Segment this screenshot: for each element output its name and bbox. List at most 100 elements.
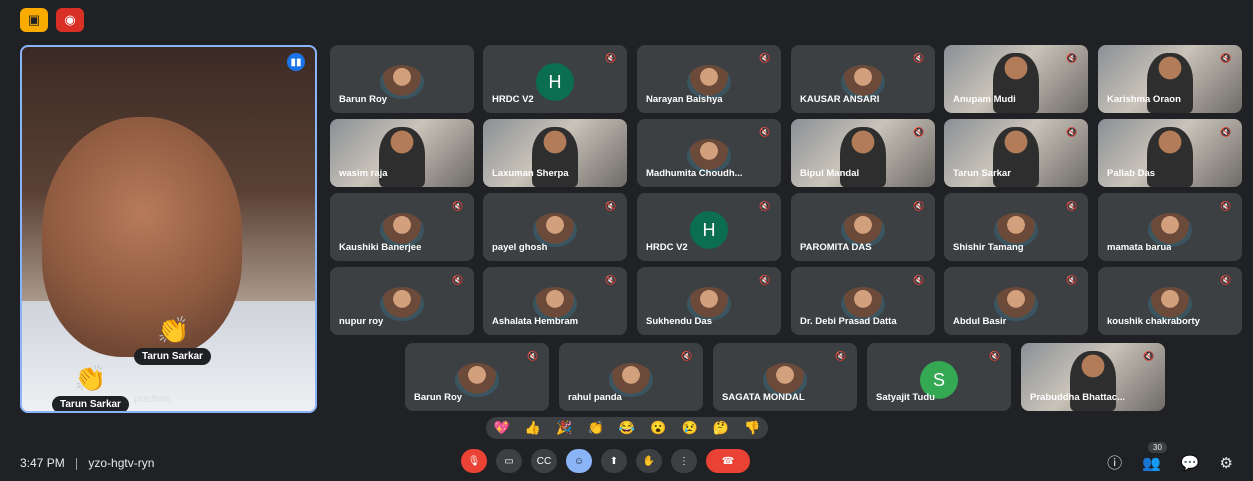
participant-tile[interactable]: 🔇 Bipul Mandal [791,119,935,187]
participant-name: wasim raja [339,168,388,179]
camera-button[interactable]: ▭ [496,449,522,473]
participant-tile[interactable]: 🔇 rahul panda [559,343,703,411]
right-toolbar: ⓘ 👥 💬 ⚙ [1107,452,1233,473]
participant-initial-avatar: H [536,63,574,101]
reaction-bar: 💖 👍 🎉 👏 😂 😮 😢 🤔 👎 [486,417,768,439]
participant-tile[interactable]: 🔇 Sukhendu Das [637,267,781,335]
participant-tile[interactable]: 🔇 nupur roy [330,267,474,335]
participant-tile[interactable]: 🔇 mamata barua [1098,193,1242,261]
participant-tile[interactable]: 🔇 Barun Roy [405,343,549,411]
mic-muted-icon: 🔇 [989,351,1001,361]
mic-off-button[interactable]: 🎙 [461,449,487,473]
participant-tile[interactable]: 🔇 KAUSAR ANSARI [791,45,935,113]
reaction-emoji-button[interactable]: 😂 [619,420,635,436]
meeting-code: yzo-hgtv-ryn [88,456,155,470]
end-call-button[interactable]: ☎ [706,449,750,473]
reaction-emoji-button[interactable]: 🤔 [713,420,729,436]
mic-muted-icon: 🔇 [759,53,771,63]
mic-muted-icon: 🔇 [759,275,771,285]
participant-tile[interactable]: Laxuman Sherpa [483,119,627,187]
mic-muted-icon: 🔇 [759,127,771,137]
reaction-name-pill: Tarun Sarkar [134,348,211,365]
participant-tile[interactable]: 🔇 Pallab Das [1098,119,1242,187]
participant-name: nupur roy [339,316,384,327]
participant-tile[interactable]: 🔇 payel ghosh [483,193,627,261]
mic-muted-icon: 🔇 [452,275,464,285]
participant-tile[interactable]: 🔇 Karishma Oraon [1098,45,1242,113]
participant-name: Barun Roy [339,94,388,105]
participant-tile[interactable]: 🔇 Madhumita Choudh... [637,119,781,187]
reaction-name-pill: Tarun Sarkar [52,396,129,411]
speaker-name-label: pradhan [134,394,171,405]
mic-muted-icon: 🔇 [1220,201,1232,211]
reaction-emoji-button[interactable]: 😢 [682,420,698,436]
participant-name: Laxuman Sherpa [492,168,569,179]
participant-tile[interactable]: Barun Roy [330,45,474,113]
info-icon[interactable]: ⓘ [1107,452,1122,473]
participant-name: mamata barua [1107,242,1172,253]
active-speaker-tile[interactable]: ▮▮ 👏 Tarun Sarkar 👏 Tarun Sarkar pradhan [20,45,317,413]
mic-muted-icon: 🔇 [605,53,617,63]
participant-tile[interactable]: 🔇 koushik chakraborty [1098,267,1242,335]
reaction-emoji-button[interactable]: 👍 [525,420,541,436]
mic-muted-icon: 🔇 [1220,127,1232,137]
participant-tile[interactable]: 🔇 Tarun Sarkar [944,119,1088,187]
mic-muted-icon: 🔇 [1066,127,1078,137]
activities-icon[interactable]: ⚙ [1220,454,1233,472]
raise-hand-button[interactable]: ✋ [636,449,662,473]
emoji-button[interactable]: ☺ [566,449,592,473]
chat-icon[interactable]: 💬 [1181,454,1200,472]
participant-name: Ashalata Hembram [492,316,579,327]
mic-muted-icon: 🔇 [681,351,693,361]
mic-muted-icon: 🔇 [1220,53,1232,63]
participant-tile[interactable]: 🔇 Abdul Basir [944,267,1088,335]
participant-name: Pallab Das [1107,168,1156,179]
mic-muted-icon: 🔇 [913,275,925,285]
captions-button[interactable]: CC [531,449,557,473]
mic-muted-icon: 🔇 [913,201,925,211]
record-icon[interactable]: ◉ [56,8,84,32]
participant-name: PAROMITA DAS [800,242,872,253]
top-left-indicators: ▣ ◉ [20,8,84,32]
participant-name: Sukhendu Das [646,316,712,327]
mic-muted-icon: 🔇 [913,53,925,63]
participant-tile[interactable]: 🔇 SAGATA MONDAL [713,343,857,411]
mic-muted-icon: 🔇 [759,201,771,211]
mic-muted-icon: 🔇 [1066,201,1078,211]
mic-muted-icon: 🔇 [835,351,847,361]
participant-name: Madhumita Choudh... [646,168,743,179]
participant-tile[interactable]: 🔇 Narayan Baishya [637,45,781,113]
participant-tile[interactable]: S 🔇 Satyajit Tudu [867,343,1011,411]
reaction-emoji-button[interactable]: 👏 [588,420,604,436]
participant-tile[interactable]: wasim raja [330,119,474,187]
clap-reaction-icon: 👏 [157,315,190,345]
recording-layout-icon[interactable]: ▣ [20,8,48,32]
participant-name: KAUSAR ANSARI [800,94,880,105]
participant-tile[interactable]: 🔇 Ashalata Hembram [483,267,627,335]
reaction-emoji-button[interactable]: 🎉 [556,420,572,436]
more-options-button[interactable]: ⋮ [671,449,697,473]
participant-tile[interactable]: 🔇 Dr. Debi Prasad Datta [791,267,935,335]
mic-muted-icon: 🔇 [1066,275,1078,285]
speaker-video-face [42,117,242,357]
reaction-emoji-button[interactable]: 👎 [744,420,760,436]
mic-muted-icon: 🔇 [605,201,617,211]
mic-muted-icon: 🔇 [913,127,925,137]
participant-avatar [380,287,424,321]
participant-tile[interactable]: 🔇 Shishir Tamang [944,193,1088,261]
participant-initial-avatar: H [690,211,728,249]
participant-tile[interactable]: 🔇 Prabuddha Bhattac... [1021,343,1165,411]
participant-tile[interactable]: 🔇 Anupam Mudi [944,45,1088,113]
meeting-details: 3:47 PM yzo-hgtv-ryn [20,456,154,470]
participant-tile[interactable]: H 🔇 HRDC V2 [637,193,781,261]
participant-tile[interactable]: H 🔇 HRDC V2 [483,45,627,113]
participant-name: Dr. Debi Prasad Datta [800,316,897,327]
reaction-emoji-button[interactable]: 😮 [650,420,666,436]
clap-reaction-icon: 👏 [74,363,107,393]
people-icon[interactable]: 👥 [1142,454,1161,472]
reaction-emoji-button[interactable]: 💖 [494,420,510,436]
participant-tile[interactable]: 🔇 Kaushiki Banerjee [330,193,474,261]
participant-name: Tarun Sarkar [953,168,1011,179]
present-button[interactable]: ⬆ [601,449,627,473]
participant-tile[interactable]: 🔇 PAROMITA DAS [791,193,935,261]
